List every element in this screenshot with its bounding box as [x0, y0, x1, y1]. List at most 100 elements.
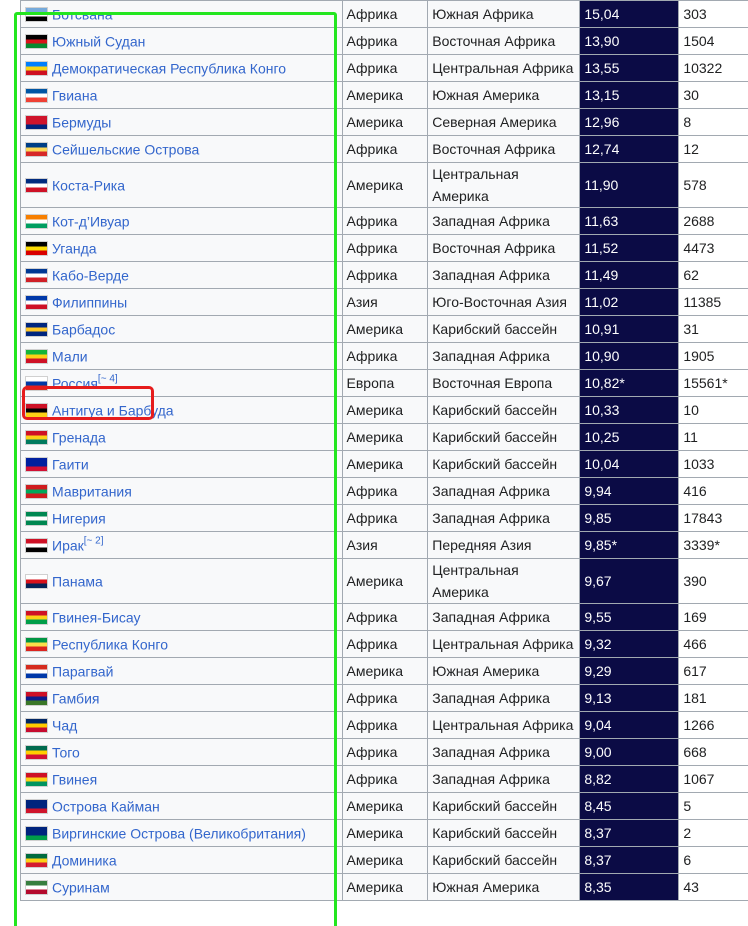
population-cell: 1504 [678, 27, 748, 55]
country-link[interactable]: Россия [52, 376, 98, 392]
country-link[interactable]: Уганда [52, 241, 97, 257]
flag-icon [25, 772, 48, 788]
country-cell: Гвинея-Бисау [20, 603, 343, 631]
country-link[interactable]: Коста-Рика [52, 178, 125, 194]
country-link[interactable]: Гвинея-Бисау [52, 610, 140, 626]
subregion-cell: Карибский бассейн [427, 792, 581, 820]
rate-cell: 10,33 [579, 396, 680, 424]
flag-icon [25, 853, 48, 869]
country-link[interactable]: Кабо-Верде [52, 268, 129, 284]
country-link[interactable]: Антигуа и Барбуда [52, 403, 174, 419]
table-row: Россия[~ 4] Европа Восточная Европа 10,82* 1… [20, 369, 748, 397]
footnote-link[interactable]: [~ 4] [98, 374, 118, 385]
country-link[interactable]: Демократическая Республика Конго [52, 61, 286, 77]
population-cell: 5 [678, 792, 748, 820]
population-cell: 11 [678, 423, 748, 451]
region-cell: Азия [341, 288, 429, 316]
country-cell: Россия[~ 4] [20, 369, 343, 397]
table-row: Кабо-Верде Африка Западная Африка 11,49 62 [20, 261, 748, 289]
country-cell: Того [20, 738, 343, 766]
population-cell: 668 [678, 738, 748, 766]
country-cell: Гаити [20, 450, 343, 478]
country-link[interactable]: Чад [52, 718, 77, 734]
flag-icon [25, 664, 48, 680]
country-link[interactable]: Барбадос [52, 322, 115, 338]
country-link[interactable]: Виргинские Острова (Великобритания) [52, 826, 306, 842]
rate-cell: 13,90 [579, 27, 680, 55]
country-link[interactable]: Того [52, 745, 80, 761]
rate-cell: 9,32 [579, 630, 680, 658]
country-link[interactable]: Гвиана [52, 88, 97, 104]
region-cell: Америка [341, 81, 429, 109]
table-row: Ирак[~ 2] Азия Передняя Азия 9,85* 3339* [20, 531, 748, 559]
subregion-cell: Северная Америка [427, 108, 581, 136]
country-link[interactable]: Мали [52, 349, 88, 365]
region-cell: Америка [341, 819, 429, 847]
region-cell: Африка [341, 765, 429, 793]
country-link[interactable]: Бермуды [52, 115, 111, 131]
table-row: Суринам Америка Южная Америка 8,35 43 [20, 873, 748, 901]
table-row: Доминика Америка Карибский бассейн 8,37 6 [20, 846, 748, 874]
country-link[interactable]: Ирак [52, 538, 84, 554]
table-row: Гвиана Америка Южная Америка 13,15 30 [20, 81, 748, 109]
country-link[interactable]: Парагвай [52, 664, 113, 680]
country-link[interactable]: Нигерия [52, 511, 106, 527]
rate-cell: 9,29 [579, 657, 680, 685]
population-cell: 617 [678, 657, 748, 685]
rate-cell: 9,85* [579, 531, 680, 559]
population-cell: 12 [678, 135, 748, 163]
country-link[interactable]: Гамбия [52, 691, 99, 707]
population-cell: 10 [678, 396, 748, 424]
country-link[interactable]: Южный Судан [52, 34, 145, 50]
rate-cell: 11,63 [579, 207, 680, 235]
region-cell: Азия [341, 531, 429, 559]
subregion-cell: Западная Африка [427, 477, 581, 505]
table-row: Парагвай Америка Южная Америка 9,29 617 [20, 657, 748, 685]
rate-cell: 10,90 [579, 342, 680, 370]
country-cell: Гренада [20, 423, 343, 451]
table-row: Демократическая Республика Конго Африка Це… [20, 54, 748, 82]
region-cell: Африка [341, 234, 429, 262]
footnote-link[interactable]: [~ 2] [84, 536, 104, 547]
country-link[interactable]: Острова Кайман [52, 799, 160, 815]
region-cell: Африка [341, 504, 429, 532]
country-cell: Коста-Рика [20, 162, 343, 208]
country-link[interactable]: Мавритания [52, 484, 132, 500]
table-row: Филиппины Азия Юго-Восточная Азия 11,02 1138… [20, 288, 748, 316]
flag-icon [25, 295, 48, 311]
country-link[interactable]: Сейшельские Острова [52, 142, 199, 158]
region-cell: Америка [341, 450, 429, 478]
flag-icon [25, 637, 48, 653]
population-cell: 15561* [678, 369, 748, 397]
country-link[interactable]: Гаити [52, 457, 89, 473]
rate-cell: 12,74 [579, 135, 680, 163]
country-link[interactable]: Республика Конго [52, 637, 168, 653]
rate-cell: 11,02 [579, 288, 680, 316]
country-link[interactable]: Кот-д’Ивуар [52, 214, 130, 230]
country-link[interactable]: Гренада [52, 430, 106, 446]
flag-icon [25, 142, 48, 158]
flag-icon [25, 799, 48, 815]
country-cell: Острова Кайман [20, 792, 343, 820]
rate-cell: 9,85 [579, 504, 680, 532]
subregion-cell: Центральная Африка [427, 711, 581, 739]
subregion-cell: Карибский бассейн [427, 846, 581, 874]
subregion-cell: Западная Африка [427, 603, 581, 631]
country-cell: Парагвай [20, 657, 343, 685]
country-cell: Нигерия [20, 504, 343, 532]
subregion-cell: Южная Африка [427, 0, 581, 28]
subregion-cell: Западная Африка [427, 207, 581, 235]
subregion-cell: Южная Америка [427, 657, 581, 685]
country-link[interactable]: Ботсвана [52, 7, 113, 23]
rate-cell: 15,04 [579, 0, 680, 28]
rate-cell: 8,37 [579, 819, 680, 847]
region-cell: Африка [341, 630, 429, 658]
rate-cell: 8,37 [579, 846, 680, 874]
subregion-cell: Карибский бассейн [427, 423, 581, 451]
country-link[interactable]: Суринам [52, 880, 110, 896]
country-link[interactable]: Гвинея [52, 772, 97, 788]
page: Ботсвана Африка Южная Африка 15,04 303 Южный … [0, 0, 748, 926]
country-link[interactable]: Филиппины [52, 295, 127, 311]
country-link[interactable]: Доминика [52, 853, 117, 869]
country-link[interactable]: Панама [52, 574, 103, 590]
